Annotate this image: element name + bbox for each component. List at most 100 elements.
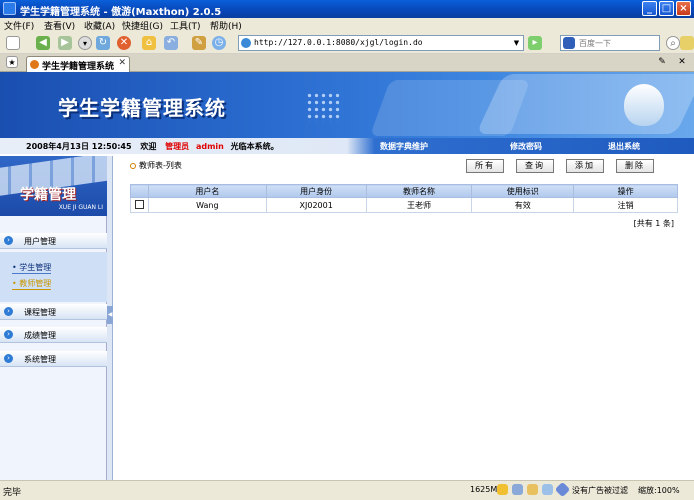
- arrow-right-icon: ›: [4, 307, 13, 316]
- close-button[interactable]: ×: [676, 1, 691, 16]
- maximize-button[interactable]: □: [659, 1, 674, 16]
- refresh-status-icon[interactable]: [512, 484, 523, 495]
- collapse-arrow-icon[interactable]: ◀: [107, 306, 113, 324]
- breadcrumb-text: 教师表-列表: [139, 161, 182, 170]
- page-content: 学生学籍管理系统 2008年4月13日 12:50:45 欢迎 管理员 admi…: [0, 72, 694, 480]
- sync-icon[interactable]: [542, 484, 553, 495]
- sidebar-item-courses[interactable]: › 课程管理: [0, 304, 107, 320]
- adblock-status: 没有广告被过滤: [572, 486, 628, 495]
- banner-logo: 学生学籍管理系统: [58, 96, 226, 120]
- nav-logout[interactable]: 退出系统: [608, 141, 640, 152]
- menu-tools[interactable]: 工具(T): [170, 19, 201, 32]
- home-icon[interactable]: ⌂: [142, 36, 156, 50]
- banner-dots-decor: [306, 92, 342, 122]
- login-info: 2008年4月13日 12:50:45 欢迎 管理员 admin 光临本系统。: [26, 141, 279, 152]
- address-url[interactable]: http://127.0.0.1:8080/xjgl/login.do: [254, 38, 423, 47]
- tab-label: 学生学籍管理系统: [42, 62, 115, 72]
- arrow-right-icon: ›: [4, 236, 13, 245]
- col-identity: 用户身份: [265, 184, 367, 198]
- all-button[interactable]: 所有: [466, 159, 504, 173]
- table-row: Wang XJ02001 王老师 有效 注销: [130, 197, 678, 213]
- search-icon[interactable]: ⌕: [666, 36, 680, 50]
- sidebar-subitem-teachers[interactable]: • 教师管理: [12, 278, 52, 290]
- main-panel: 教师表-列表 所有 查询 添加 删除 用户名 用户身份 教师名称 使用标识 操作…: [118, 156, 688, 480]
- cell-username: Wang: [147, 197, 267, 213]
- status-text: 完毕: [3, 488, 22, 498]
- menu-bar: 文件(F) 查看(V) 收藏(A) 快捷组(G) 工具(T) 帮助(H): [0, 18, 694, 32]
- wrench-icon[interactable]: ✎: [656, 56, 668, 68]
- tab-active[interactable]: 学生学籍管理系统 ✕: [26, 56, 130, 72]
- memory-usage: 1625M: [470, 485, 498, 494]
- welcome-suffix: 光临本系统。: [230, 142, 279, 151]
- tools-icon[interactable]: ✎: [192, 36, 206, 50]
- sidebar-subtitle: XUE JI GUAN LI: [58, 204, 103, 211]
- sidebar-splitter[interactable]: ◀: [107, 156, 113, 480]
- maxthon-app-icon: [3, 2, 16, 15]
- new-page-icon[interactable]: [6, 36, 20, 50]
- sidebar-item-label: 成绩管理: [24, 331, 56, 340]
- sidebar-header: 学籍管理 XUE JI GUAN LI: [0, 156, 107, 216]
- col-status: 使用标识: [471, 184, 575, 198]
- status-bar: 完毕 1625M 没有广告被过滤 缩放:100%: [0, 480, 694, 500]
- globe-icon: [241, 38, 251, 48]
- sidebar-subitem-label: 学生管理: [19, 263, 52, 272]
- lightning-icon[interactable]: [497, 484, 508, 495]
- stop-icon[interactable]: ✕: [117, 36, 131, 50]
- minimize-button[interactable]: _: [642, 1, 657, 16]
- menu-favorites[interactable]: 收藏(A): [84, 19, 115, 32]
- sidebar-title: 学籍管理: [20, 187, 76, 203]
- search-input[interactable]: [579, 37, 647, 49]
- col-select: [130, 184, 149, 198]
- welcome-text: 欢迎: [140, 142, 157, 151]
- menu-help[interactable]: 帮助(H): [210, 19, 242, 32]
- user-role: 管理员: [165, 142, 190, 151]
- tab-close-all-icon[interactable]: ✕: [676, 56, 688, 68]
- refresh-icon[interactable]: ↻: [96, 36, 110, 50]
- go-icon[interactable]: ▸: [528, 36, 542, 50]
- sidebar-item-user-management[interactable]: › 用户管理: [0, 233, 107, 249]
- sidebar-subitem-label: 教师管理: [19, 279, 52, 288]
- sidebar: 学籍管理 XUE JI GUAN LI › 用户管理 • 学生管理 • 教师管理…: [0, 156, 107, 480]
- sidebar-item-grades[interactable]: › 成绩管理: [0, 327, 107, 343]
- history-icon[interactable]: ◷: [212, 36, 226, 50]
- breadcrumb: 教师表-列表: [130, 160, 182, 171]
- menu-groups[interactable]: 快捷组(G): [122, 19, 163, 32]
- query-button[interactable]: 查询: [516, 159, 554, 173]
- delete-button[interactable]: 删除: [616, 159, 654, 173]
- zoom-level[interactable]: 缩放:100%: [638, 485, 680, 496]
- nav-data-dictionary[interactable]: 数据字典维护: [380, 141, 428, 152]
- folder-icon[interactable]: [527, 484, 538, 495]
- tab-close-icon[interactable]: ✕: [118, 58, 126, 68]
- sidebar-item-system[interactable]: › 系统管理: [0, 351, 107, 367]
- back-icon[interactable]: ◀: [36, 36, 50, 50]
- banner: 学生学籍管理系统: [0, 72, 694, 138]
- menu-view[interactable]: 查看(V): [44, 19, 75, 32]
- chevron-down-icon[interactable]: ▼: [511, 37, 522, 49]
- add-button[interactable]: 添加: [566, 159, 604, 173]
- teacher-table: 用户名 用户身份 教师名称 使用标识 操作 Wang XJ02001 王老师 有…: [130, 184, 678, 213]
- bullet-icon: [130, 162, 136, 169]
- undo-icon[interactable]: ↶: [164, 36, 178, 50]
- highlight-icon[interactable]: [680, 36, 694, 50]
- table-header-row: 用户名 用户身份 教师名称 使用标识 操作: [130, 184, 678, 198]
- top-nav: 2008年4月13日 12:50:45 欢迎 管理员 admin 光临本系统。 …: [0, 138, 694, 154]
- search-box[interactable]: [560, 35, 660, 51]
- arrow-right-icon: ›: [4, 330, 13, 339]
- cell-identity: XJ02001: [265, 197, 367, 213]
- diamond-icon[interactable]: [554, 481, 571, 498]
- cell-teacher-name: 王老师: [365, 197, 473, 213]
- star-icon[interactable]: ★: [6, 56, 18, 68]
- sidebar-subitem-students[interactable]: • 学生管理: [12, 262, 52, 274]
- window-titlebar: 学生学籍管理系统 - 傲游(Maxthon) 2.0.5 _ □ ×: [0, 0, 694, 18]
- sidebar-item-label: 系统管理: [24, 355, 56, 364]
- forward-icon[interactable]: ▶: [58, 36, 72, 50]
- sidebar-submenu: • 学生管理 • 教师管理: [0, 252, 107, 302]
- address-bar[interactable]: http://127.0.0.1:8080/xjgl/login.do ▼: [238, 35, 524, 51]
- menu-file[interactable]: 文件(F): [4, 19, 34, 32]
- row-checkbox[interactable]: [134, 199, 144, 209]
- dropdown-icon[interactable]: ▾: [78, 36, 92, 50]
- col-username: 用户名: [147, 184, 267, 198]
- cell-action-revoke[interactable]: 注销: [573, 197, 678, 213]
- nav-change-password[interactable]: 修改密码: [510, 141, 542, 152]
- row-checkbox-cell: [130, 197, 149, 213]
